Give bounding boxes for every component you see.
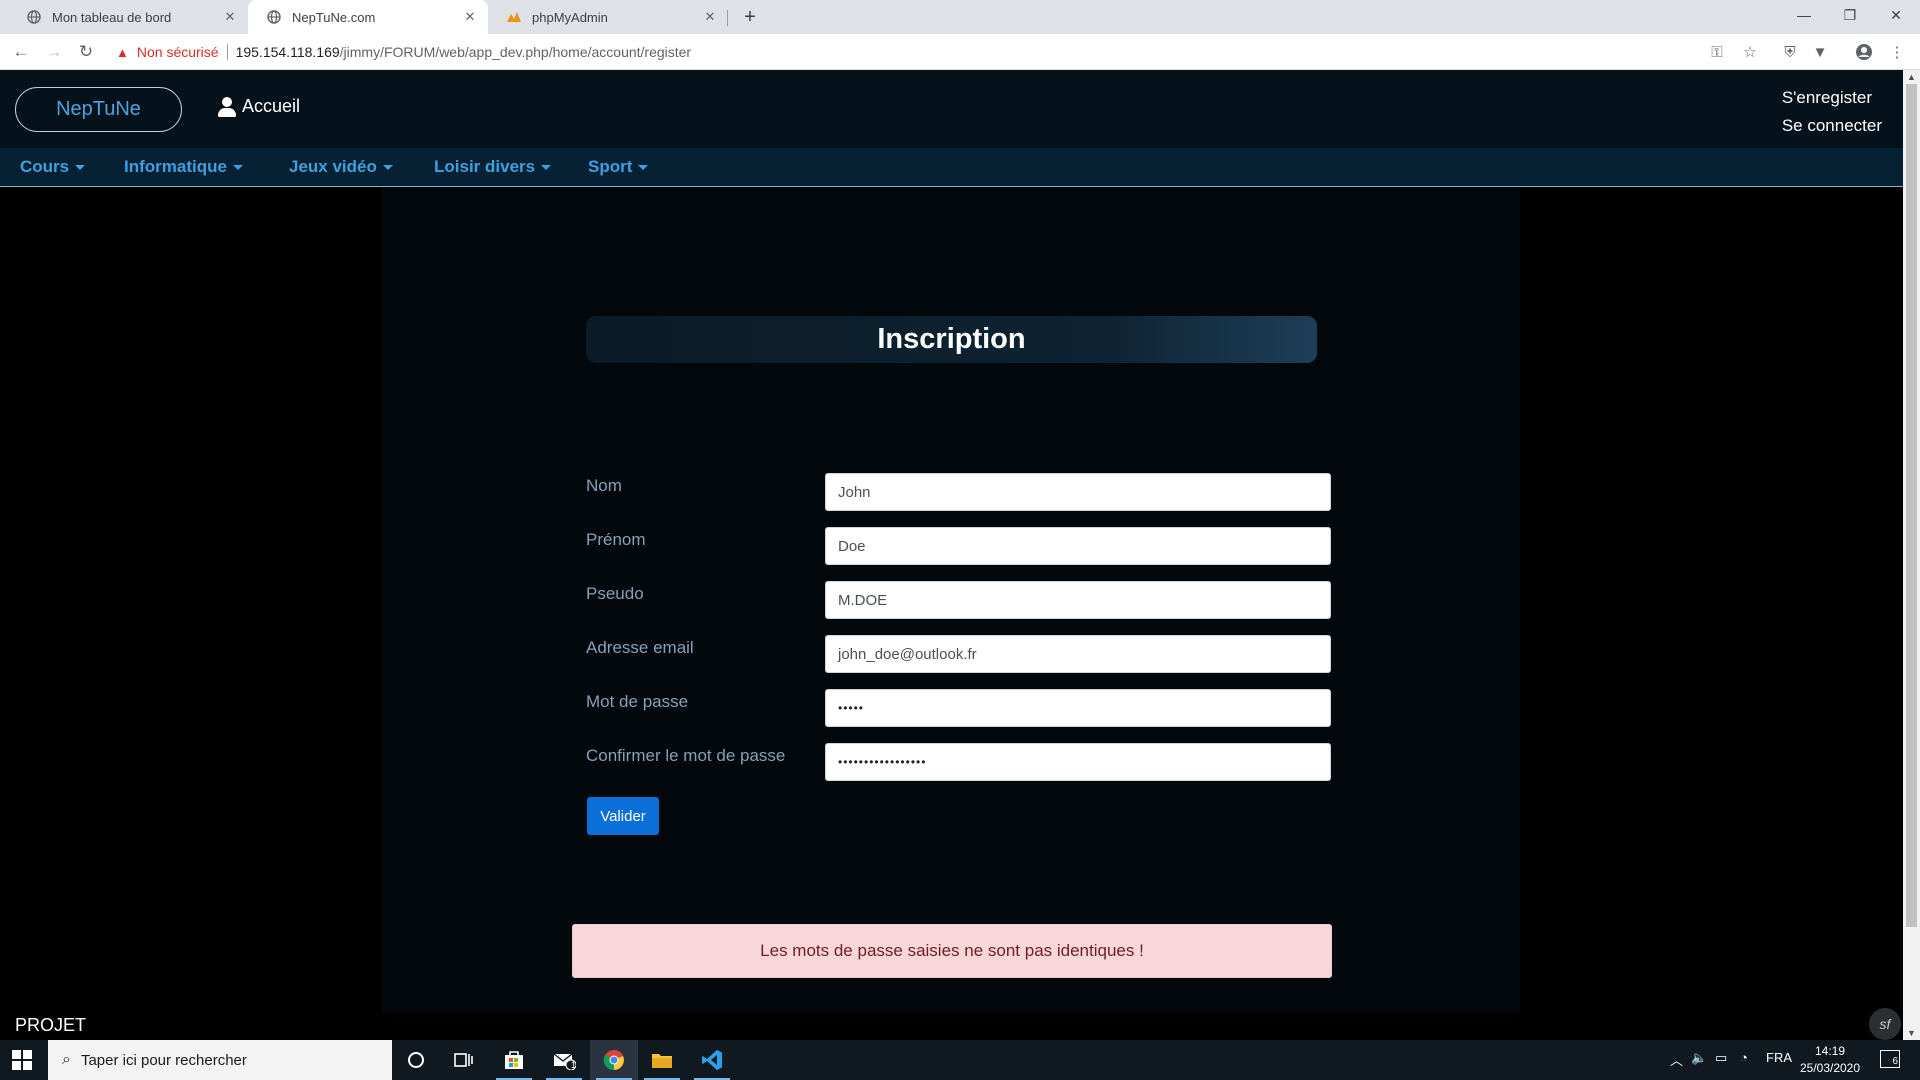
tab-separator — [727, 10, 728, 26]
home-link[interactable]: Accueil — [218, 96, 300, 117]
user-icon — [218, 96, 236, 117]
nav-label: Sport — [588, 157, 633, 176]
clock-date: 25/03/2020 — [1799, 1061, 1861, 1075]
nom-input[interactable]: John — [825, 473, 1331, 511]
auth-links: S'enregister Se connecter — [1782, 84, 1882, 140]
address-bar[interactable]: ▲ Non sécurisé 195.154.118.169/jimmy/FOR… — [108, 37, 1758, 67]
label-email: Adresse email — [586, 638, 694, 657]
store-icon[interactable] — [490, 1040, 538, 1080]
vscode-icon[interactable] — [688, 1040, 736, 1080]
password-confirm-input[interactable]: ••••••••••••••••• — [825, 743, 1331, 781]
footer-label: PROJET — [15, 1015, 87, 1035]
globe-icon — [26, 9, 42, 25]
home-link-label: Accueil — [242, 96, 301, 116]
notification-count: 6 — [1892, 1056, 1898, 1067]
prenom-input[interactable]: Doe — [825, 527, 1331, 565]
caret-down-icon — [75, 164, 86, 170]
nav-label: Cours — [20, 157, 70, 176]
tab-title: Mon tableau de bord — [52, 9, 172, 25]
minimize-icon[interactable]: — — [1782, 0, 1826, 30]
site-nav: Cours Informatique Jeux vidéo Loisir div… — [0, 148, 1903, 187]
brand-logo-link[interactable]: NepTuNe — [15, 87, 182, 132]
register-link[interactable]: S'enregister — [1782, 84, 1882, 112]
caret-down-icon — [638, 164, 649, 170]
profile-icon[interactable] — [1854, 42, 1874, 62]
browser-tab-dashboard[interactable]: Mon tableau de bord ✕ — [8, 0, 248, 34]
tray-overflow-icon[interactable]: ︿ — [1670, 1050, 1683, 1069]
file-explorer-icon[interactable] — [638, 1040, 686, 1080]
notification-center-icon[interactable]: 6 — [1880, 1050, 1900, 1068]
nav-label: Jeux vidéo — [289, 157, 377, 176]
scroll-up-arrow-icon[interactable]: ▲ — [1907, 72, 1916, 82]
label-password-confirm: Confirmer le mot de passe — [586, 746, 786, 765]
taskbar-search-box[interactable]: ⌕ Taper ici pour rechercher — [48, 1040, 392, 1080]
mail-badge: 1 — [571, 1060, 577, 1070]
symfony-toolbar-icon[interactable]: sf — [1869, 1008, 1901, 1040]
nav-dropdown-sport[interactable]: Sport — [588, 157, 649, 177]
security-status[interactable]: Non sécurisé — [137, 44, 219, 60]
back-arrow-icon[interactable]: ← — [9, 40, 33, 64]
nav-dropdown-cours[interactable]: Cours — [20, 157, 86, 177]
error-alert: Les mots de passe saisies ne sont pas id… — [572, 924, 1332, 978]
caret-down-icon — [541, 164, 552, 170]
email-input[interactable]: john_doe@outlook.fr — [825, 635, 1331, 673]
submit-button[interactable]: Valider — [587, 797, 659, 835]
phpmyadmin-icon — [506, 9, 522, 25]
wifi-icon[interactable]: ◔ — [1740, 1050, 1748, 1065]
login-link[interactable]: Se connecter — [1782, 112, 1882, 140]
label-prenom: Prénom — [586, 530, 646, 549]
filter-extension-icon[interactable]: ▼ — [1810, 42, 1830, 62]
restore-icon[interactable]: ❐ — [1828, 0, 1872, 30]
tab-title: NepTuNe.com — [292, 9, 376, 25]
label-password: Mot de passe — [586, 692, 689, 711]
omnibox-separator — [226, 44, 228, 60]
input-language[interactable]: FRA — [1766, 1050, 1792, 1065]
browser-tab-neptune[interactable]: NepTuNe.com ✕ — [248, 0, 488, 34]
mail-icon[interactable]: 1 — [540, 1040, 588, 1080]
extension-icon[interactable]: ⛨ — [1780, 42, 1800, 62]
search-icon: ⌕ — [62, 1051, 71, 1068]
nav-label: Loisir divers — [434, 157, 536, 176]
window-close-icon[interactable]: ✕ — [1874, 0, 1918, 30]
key-icon[interactable]: ⚿ — [1707, 42, 1727, 62]
label-nom: Nom — [586, 476, 622, 495]
label-pseudo: Pseudo — [586, 584, 644, 603]
caret-down-icon — [232, 164, 243, 170]
taskbar-search-placeholder: Taper ici pour rechercher — [80, 1051, 247, 1069]
tab-title: phpMyAdmin — [532, 9, 608, 25]
browser-tab-phpmyadmin[interactable]: phpMyAdmin ✕ — [488, 0, 728, 34]
volume-icon[interactable]: 🔈 — [1691, 1050, 1707, 1066]
scrollbar-thumb[interactable] — [1906, 84, 1917, 927]
globe-icon — [266, 9, 282, 25]
nav-dropdown-jeux-video[interactable]: Jeux vidéo — [289, 157, 393, 177]
battery-icon[interactable]: ▭ — [1715, 1050, 1727, 1066]
new-tab-icon[interactable]: + — [738, 5, 762, 29]
windows-start-icon[interactable] — [12, 1050, 32, 1070]
nav-dropdown-loisir-divers[interactable]: Loisir divers — [434, 157, 552, 177]
menu-kebab-icon[interactable]: ⋮ — [1887, 42, 1907, 62]
page-title: Inscription — [586, 316, 1317, 363]
caret-down-icon — [382, 164, 393, 170]
forward-arrow-icon[interactable]: → — [42, 40, 66, 64]
site-footer — [0, 1013, 1903, 1041]
url-path: /jimmy/FORUM/web/app_dev.php/home/accoun… — [339, 44, 692, 60]
site-header: NepTuNe Accueil S'enregister Se connecte… — [0, 70, 1903, 148]
cortana-icon[interactable] — [392, 1040, 440, 1080]
star-icon[interactable]: ☆ — [1740, 42, 1760, 62]
chrome-icon[interactable] — [590, 1040, 638, 1080]
url-host: 195.154.118.169 — [235, 44, 340, 60]
nav-label: Informatique — [124, 157, 227, 176]
close-icon[interactable]: ✕ — [702, 9, 718, 25]
scroll-down-arrow-icon[interactable]: ▼ — [1907, 1028, 1916, 1038]
task-view-icon[interactable] — [440, 1040, 488, 1080]
nav-dropdown-informatique[interactable]: Informatique — [124, 157, 243, 177]
warning-icon: ▲ — [116, 44, 129, 60]
password-input[interactable]: ••••• — [825, 689, 1331, 727]
close-icon[interactable]: ✕ — [222, 9, 238, 25]
close-icon[interactable]: ✕ — [462, 9, 478, 25]
taskbar-clock[interactable]: 14:19 25/03/2020 — [1795, 1043, 1865, 1077]
clock-time: 14:19 — [1814, 1044, 1846, 1058]
pseudo-input[interactable]: M.DOE — [825, 581, 1331, 619]
reload-icon[interactable]: ↻ — [74, 40, 98, 64]
